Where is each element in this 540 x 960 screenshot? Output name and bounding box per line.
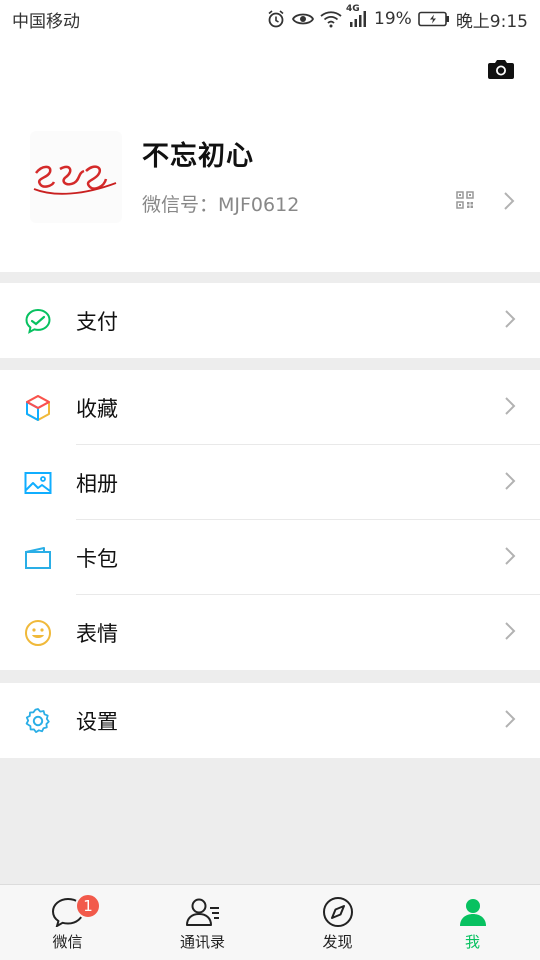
menu-label-favorites: 收藏 <box>76 396 118 421</box>
chevron-right-icon <box>504 709 516 733</box>
gear-icon <box>24 707 52 735</box>
menu-item-stickers[interactable]: 表情 <box>0 595 540 670</box>
menu-label-album: 相册 <box>76 471 118 496</box>
chevron-right-icon <box>503 191 515 215</box>
profile-header[interactable]: 不忘初心 微信号：MJF0612 <box>0 38 540 272</box>
clock-time: 晚上9:15 <box>455 11 528 32</box>
album-image-icon <box>24 469 52 497</box>
avatar[interactable] <box>30 131 122 223</box>
menu-item-album[interactable]: 相册 <box>0 445 540 520</box>
smiley-icon <box>24 619 52 647</box>
menu-item-pay[interactable]: 支付 <box>0 283 540 358</box>
chevron-right-icon <box>504 546 516 570</box>
person-icon <box>457 895 489 929</box>
chevron-right-icon <box>504 309 516 333</box>
signal-icon: 4G <box>346 4 368 28</box>
avatar-ribbon-art <box>30 131 122 223</box>
pay-icon <box>24 307 52 335</box>
battery-charging-icon <box>418 11 450 27</box>
tab-contacts[interactable]: 通讯录 <box>135 885 270 960</box>
bottom-tab-bar: 微信 1 通讯录 发现 我 <box>0 884 540 960</box>
wechat-id: 微信号：MJF0612 <box>142 194 300 216</box>
menu-label-pay: 支付 <box>76 309 118 334</box>
menu-item-settings[interactable]: 设置 <box>0 683 540 758</box>
tab-discover[interactable]: 发现 <box>270 885 405 960</box>
compass-icon <box>322 895 354 929</box>
network-type-label: 4G <box>346 4 360 14</box>
pay-section: 支付 <box>0 283 540 358</box>
alarm-icon <box>266 9 286 29</box>
settings-section: 设置 <box>0 683 540 758</box>
battery-percent: 19% <box>374 9 412 29</box>
carrier-label: 中国移动 <box>12 11 80 32</box>
contacts-icon <box>185 895 221 929</box>
status-indicators: 4G 19% 晚上9:15 <box>266 4 528 32</box>
menu-label-settings: 设置 <box>76 709 118 734</box>
chevron-right-icon <box>504 471 516 495</box>
services-section: 收藏 相册 卡包 表情 <box>0 370 540 670</box>
favorites-cube-icon <box>24 394 52 422</box>
unread-badge: 1 <box>75 893 101 919</box>
status-bar: 中国移动 4G 19% 晚上9:15 <box>0 0 540 38</box>
chevron-right-icon <box>504 396 516 420</box>
card-wallet-icon <box>24 544 52 572</box>
eye-icon <box>292 11 315 27</box>
menu-item-favorites[interactable]: 收藏 <box>0 370 540 445</box>
menu-item-cards[interactable]: 卡包 <box>0 520 540 595</box>
me-page: 中国移动 4G 19% 晚上9:15 不忘初心 微信号：MJF0612 支付 收… <box>0 0 540 960</box>
menu-label-stickers: 表情 <box>76 621 118 646</box>
tab-label-me: 我 <box>464 933 480 951</box>
wifi-icon <box>320 10 342 28</box>
tab-label-discover: 发现 <box>322 933 353 951</box>
tab-me[interactable]: 我 <box>405 885 540 960</box>
tab-label-chats: 微信 <box>52 933 83 951</box>
profile-nickname: 不忘初心 <box>142 141 254 172</box>
qr-code-icon[interactable] <box>456 191 474 209</box>
tab-label-contacts: 通讯录 <box>179 933 225 951</box>
tab-chats[interactable]: 微信 1 <box>0 885 135 960</box>
chevron-right-icon <box>504 621 516 645</box>
camera-icon[interactable] <box>486 56 516 82</box>
menu-label-cards: 卡包 <box>76 546 118 571</box>
